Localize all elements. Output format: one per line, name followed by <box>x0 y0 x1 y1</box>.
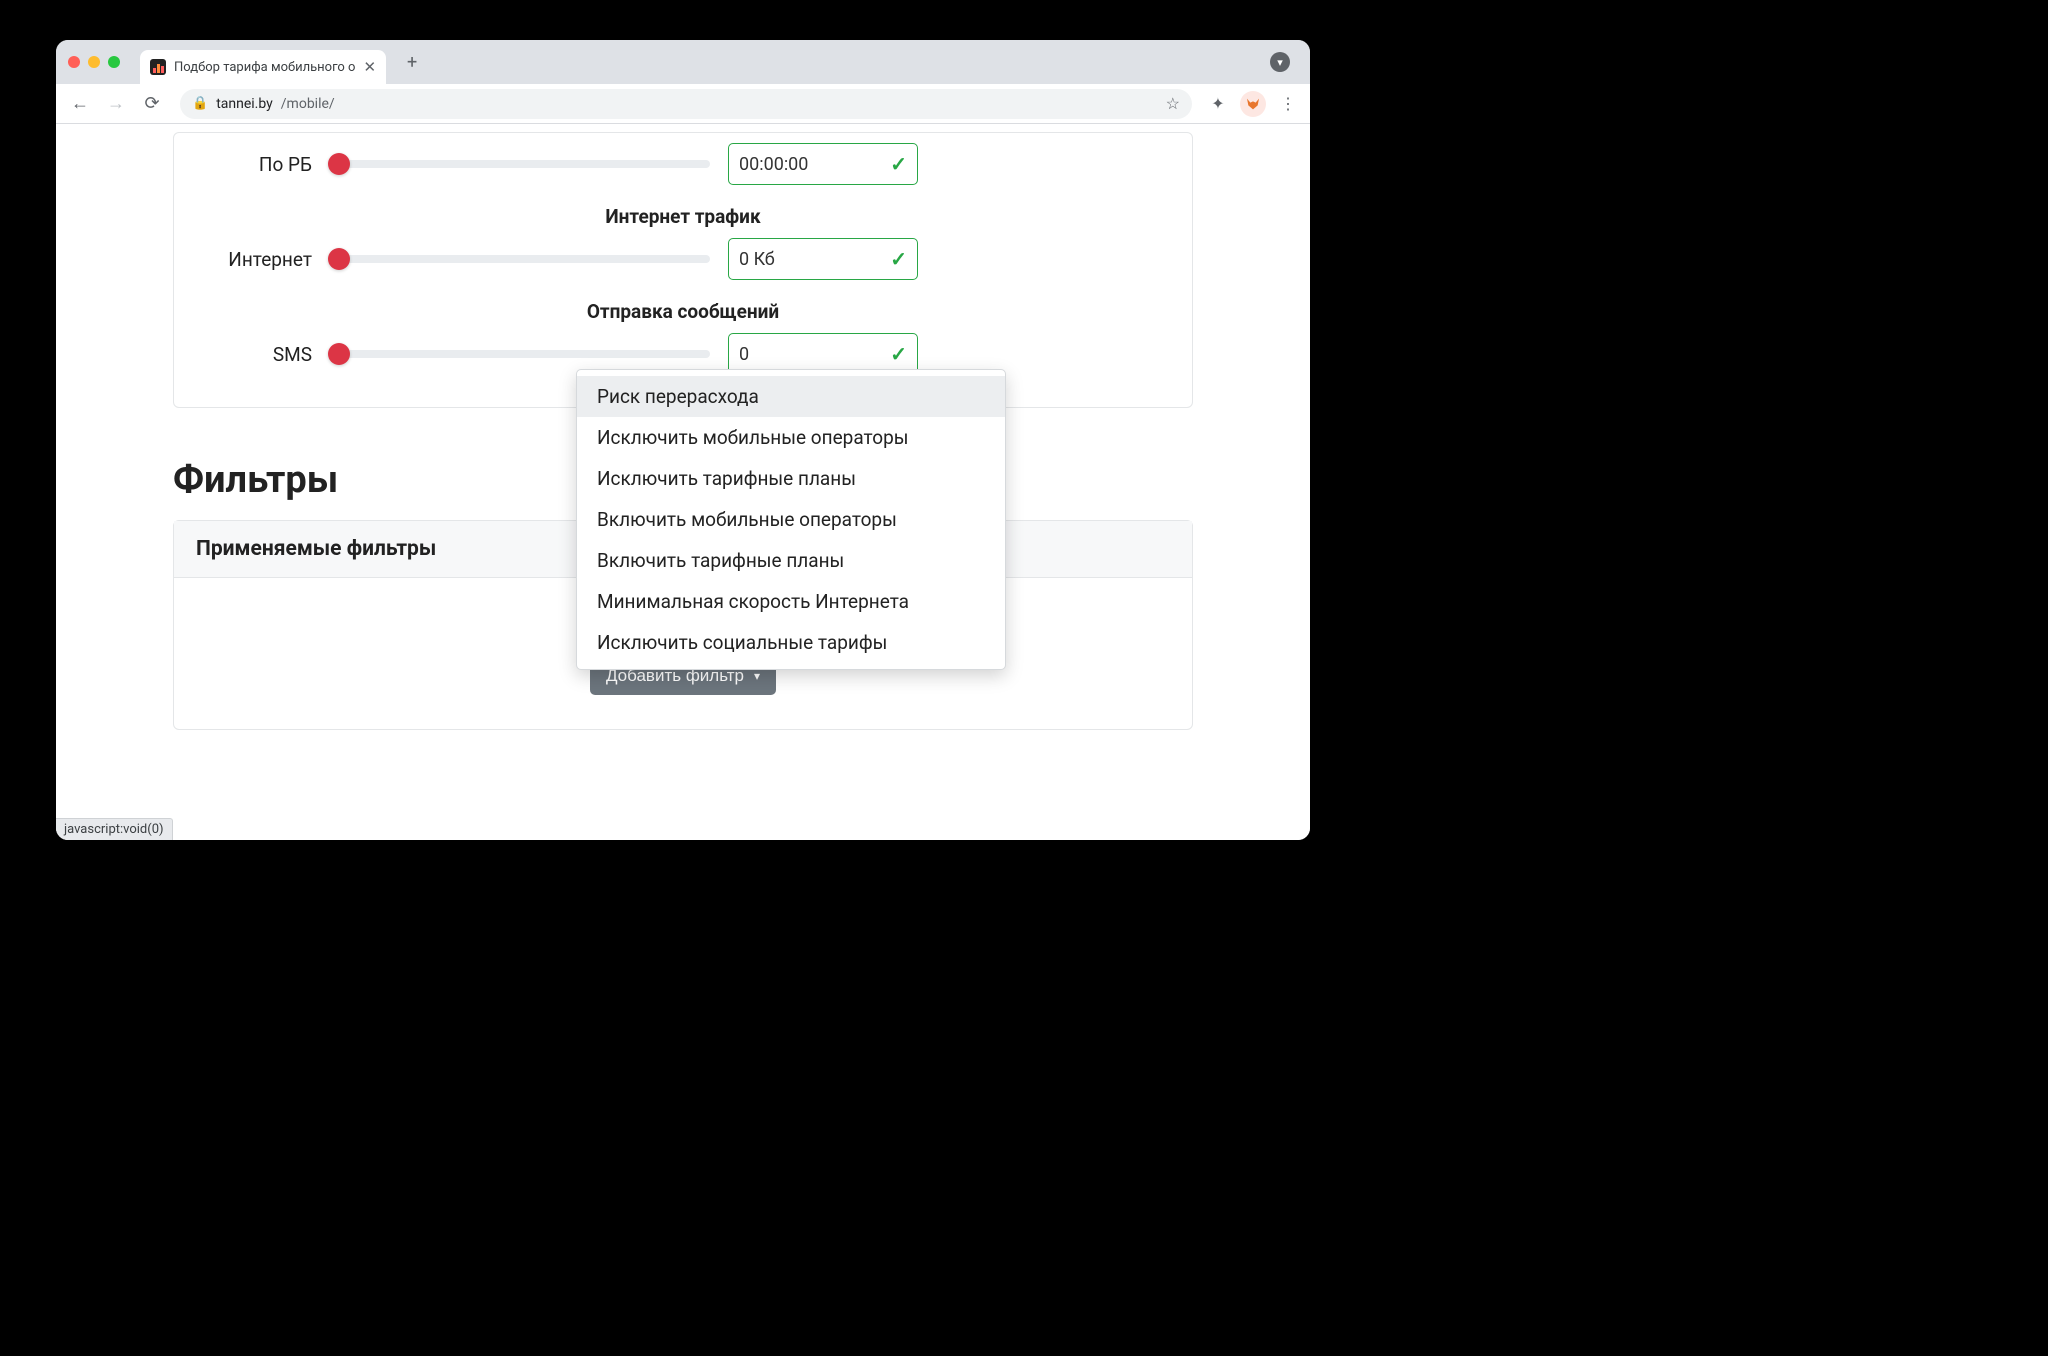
slider-row-internet: Интернет 0 Кб ✓ <box>192 238 1174 280</box>
slider-row-rb: По РБ 00:00:00 ✓ <box>192 143 1174 185</box>
section-sms-title: Отправка сообщений <box>192 300 1174 323</box>
slider-thumb-icon[interactable] <box>328 248 350 270</box>
lock-icon: 🔒 <box>192 96 208 111</box>
usage-sliders-card: По РБ 00:00:00 ✓ Интернет трафик Интерне… <box>173 132 1193 408</box>
url-host: tannei.by <box>216 96 273 112</box>
check-icon: ✓ <box>890 342 907 366</box>
check-icon: ✓ <box>890 247 907 271</box>
close-tab-icon[interactable]: ✕ <box>363 58 376 76</box>
profile-avatar[interactable] <box>1240 91 1266 117</box>
add-filter-dropdown: Риск перерасхода Исключить мобильные опе… <box>576 369 1006 670</box>
dropdown-item-include-plans[interactable]: Включить тарифные планы <box>577 540 1005 581</box>
value-rb: 00:00:00 <box>739 154 808 175</box>
slider-internet[interactable] <box>330 255 710 263</box>
slider-rb[interactable] <box>330 160 710 168</box>
titlebar: Подбор тарифа мобильного о ✕ + ▾ <box>56 40 1310 84</box>
value-sms: 0 <box>739 344 749 365</box>
forward-button: → <box>100 88 132 120</box>
check-icon: ✓ <box>890 152 907 176</box>
url-path: /mobile/ <box>281 96 335 112</box>
extensions-icon[interactable]: ✦ <box>1204 90 1232 118</box>
reload-button[interactable]: ⟳ <box>136 88 168 120</box>
minimize-window-icon[interactable] <box>88 56 100 68</box>
value-internet: 0 Кб <box>739 249 775 270</box>
address-bar[interactable]: 🔒 tannei.by/mobile/ ☆ <box>180 89 1192 119</box>
fox-icon <box>1245 96 1261 112</box>
slider-sms[interactable] <box>330 350 710 358</box>
dropdown-item-exclude-plans[interactable]: Исключить тарифные планы <box>577 458 1005 499</box>
slider-label-sms: SMS <box>192 343 312 366</box>
dropdown-item-include-operators[interactable]: Включить мобильные операторы <box>577 499 1005 540</box>
close-window-icon[interactable] <box>68 56 80 68</box>
tab-overflow[interactable]: ▾ <box>1270 52 1290 72</box>
slider-thumb-icon[interactable] <box>328 153 350 175</box>
browser-window: Подбор тарифа мобильного о ✕ + ▾ ← → ⟳ 🔒… <box>56 40 1310 840</box>
slider-label-rb: По РБ <box>192 153 312 176</box>
dropdown-item-min-speed[interactable]: Минимальная скорость Интернета <box>577 581 1005 622</box>
dropdown-item-exclude-social[interactable]: Исключить социальные тарифы <box>577 622 1005 663</box>
maximize-window-icon[interactable] <box>108 56 120 68</box>
value-box-rb[interactable]: 00:00:00 ✓ <box>728 143 918 185</box>
dropdown-item-risk[interactable]: Риск перерасхода <box>577 376 1005 417</box>
status-bar: javascript:void(0) <box>56 818 173 840</box>
back-button[interactable]: ← <box>64 88 96 120</box>
menu-button[interactable]: ⋮ <box>1274 90 1302 118</box>
favicon-icon <box>150 59 166 75</box>
tab-title: Подбор тарифа мобильного о <box>174 60 355 75</box>
bookmark-star-icon[interactable]: ☆ <box>1166 94 1180 113</box>
dropdown-item-exclude-operators[interactable]: Исключить мобильные операторы <box>577 417 1005 458</box>
browser-tab[interactable]: Подбор тарифа мобильного о ✕ <box>140 50 386 84</box>
section-internet-title: Интернет трафик <box>192 205 1174 228</box>
window-controls <box>68 56 120 68</box>
slider-label-internet: Интернет <box>192 248 312 271</box>
slider-thumb-icon[interactable] <box>328 343 350 365</box>
browser-toolbar: ← → ⟳ 🔒 tannei.by/mobile/ ☆ ✦ ⋮ <box>56 84 1310 124</box>
chevron-down-icon: ▾ <box>1270 52 1290 72</box>
new-tab-button[interactable]: + <box>398 48 426 76</box>
value-box-internet[interactable]: 0 Кб ✓ <box>728 238 918 280</box>
page-content: По РБ 00:00:00 ✓ Интернет трафик Интерне… <box>56 124 1310 840</box>
